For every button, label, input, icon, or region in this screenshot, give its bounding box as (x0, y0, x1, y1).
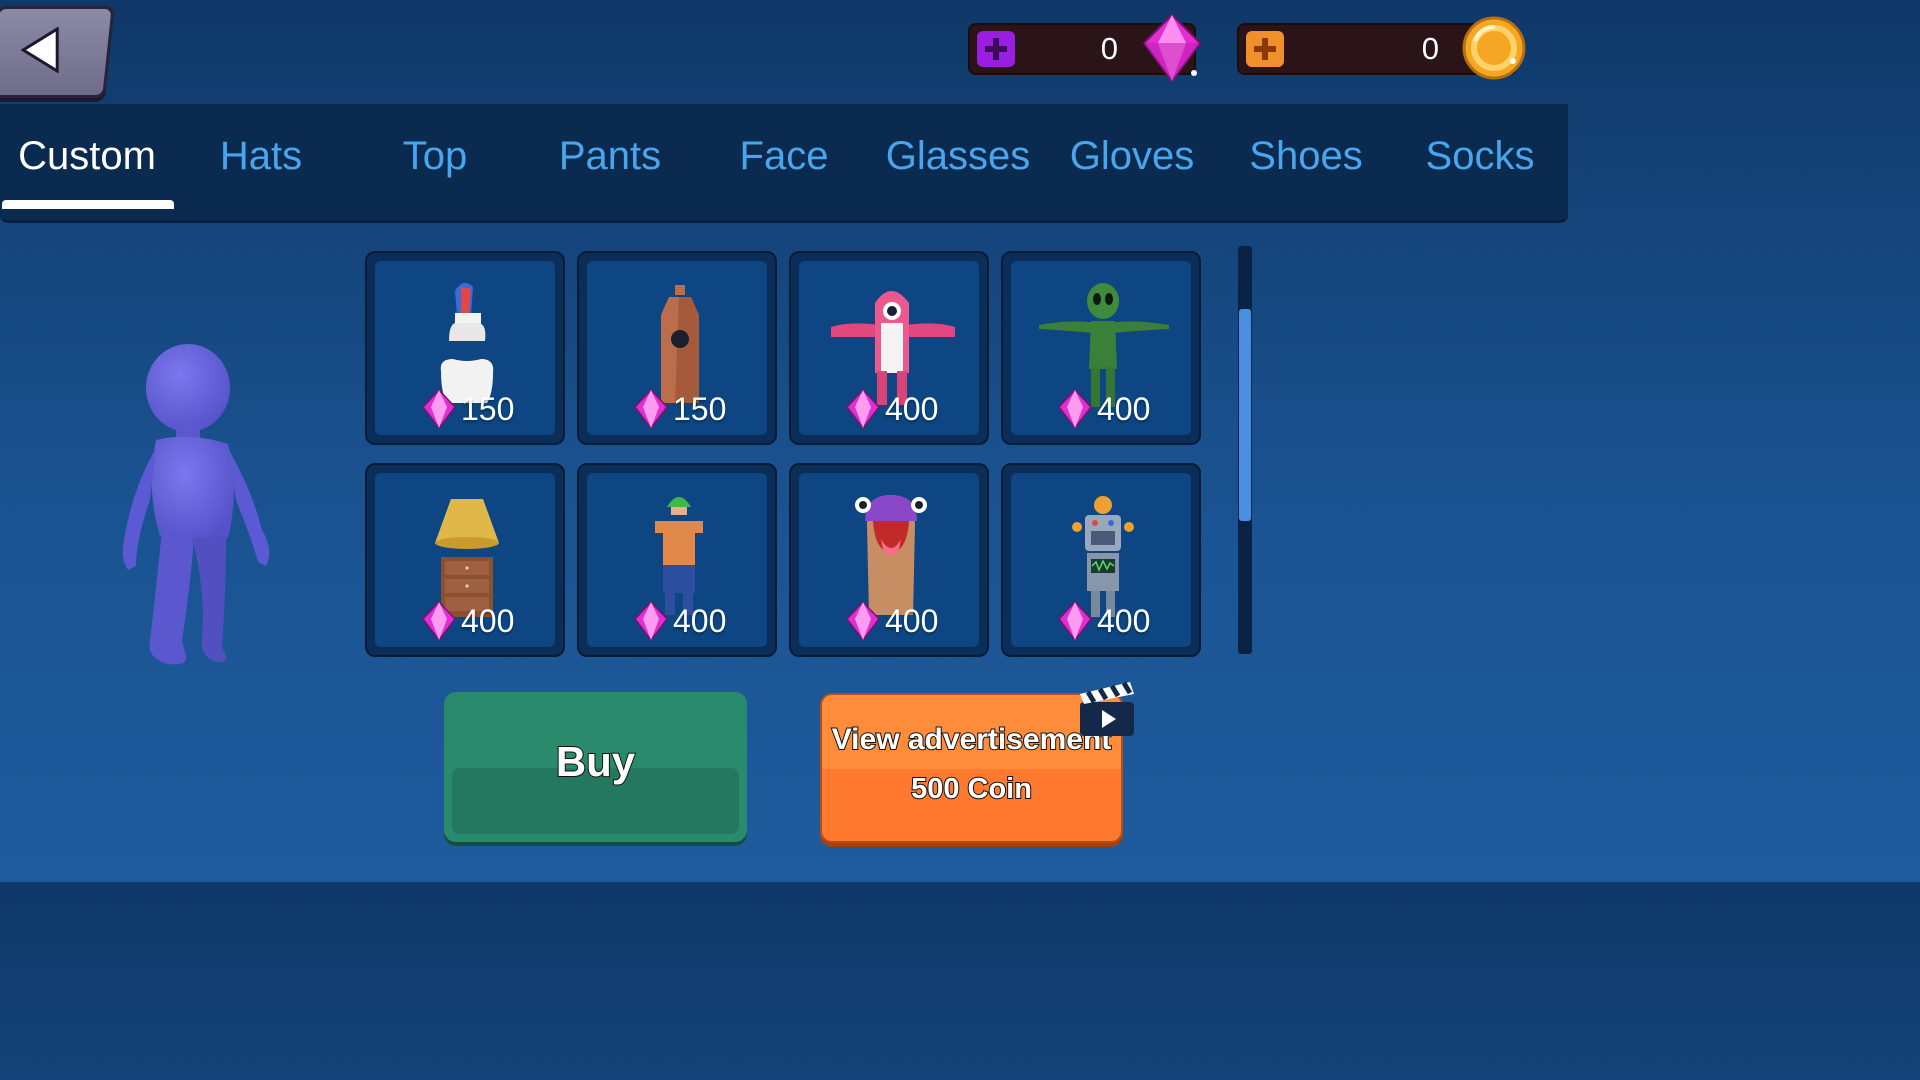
gem-icon (422, 389, 456, 429)
tab-face[interactable]: Face (740, 134, 829, 179)
scrollbar-thumb[interactable] (1239, 309, 1251, 521)
item-price: 400 (421, 601, 514, 641)
add-gems-button[interactable] (977, 31, 1015, 67)
item-price: 150 (633, 389, 726, 429)
gem-icon (634, 389, 668, 429)
coin-icon (1462, 16, 1526, 80)
tab-top[interactable]: Top (403, 134, 468, 179)
tab-gloves[interactable]: Gloves (1070, 134, 1195, 179)
tab-shoes[interactable]: Shoes (1249, 134, 1362, 179)
shop-item[interactable]: 400 (1001, 251, 1201, 445)
ad-reward-label: 500 Coin (910, 772, 1033, 806)
gem-icon (1142, 13, 1202, 83)
gem-icon (634, 601, 668, 641)
item-price: 400 (1057, 389, 1150, 429)
gem-icon (1058, 601, 1092, 641)
active-tab-indicator (2, 200, 174, 209)
gem-icon (1058, 389, 1092, 429)
back-button[interactable] (0, 6, 115, 98)
gem-icon (846, 389, 880, 429)
shop-item[interactable]: 400 (1001, 463, 1201, 657)
gem-counter: 0 (968, 13, 1202, 83)
character-preview[interactable] (110, 340, 280, 672)
tab-glasses[interactable]: Glasses (886, 134, 1031, 179)
shop-item[interactable]: 400 (789, 463, 989, 657)
tab-socks[interactable]: Socks (1426, 134, 1535, 179)
gem-amount: 0 (1100, 31, 1118, 66)
shop-item[interactable]: 150 (365, 251, 565, 445)
item-price: 400 (845, 389, 938, 429)
gem-icon (846, 601, 880, 641)
back-arrow-icon (20, 27, 59, 73)
shop-item[interactable]: 400 (789, 251, 989, 445)
add-coins-button[interactable] (1246, 31, 1284, 67)
gem-icon (422, 601, 456, 641)
shop-item[interactable]: 150 (577, 251, 777, 445)
buy-button[interactable]: Buy (444, 692, 747, 842)
item-price: 150 (421, 389, 514, 429)
shop-item[interactable]: 400 (365, 463, 565, 657)
video-clapperboard-icon (1080, 681, 1134, 736)
tab-hats[interactable]: Hats (220, 134, 302, 179)
tab-custom[interactable]: Custom (18, 134, 156, 179)
tab-pants[interactable]: Pants (559, 134, 661, 179)
plus-icon (1254, 38, 1276, 60)
item-price: 400 (1057, 601, 1150, 641)
shop-item[interactable]: 400 (577, 463, 777, 657)
plus-icon (985, 38, 1007, 60)
coin-counter: 0 (1237, 16, 1526, 80)
item-price: 400 (633, 601, 726, 641)
grid-scrollbar[interactable] (1238, 246, 1252, 654)
category-tab-bar: Custom Hats Top Pants Face Glasses Glove… (0, 104, 1568, 223)
item-price: 400 (845, 601, 938, 641)
coin-amount: 0 (1421, 31, 1439, 66)
